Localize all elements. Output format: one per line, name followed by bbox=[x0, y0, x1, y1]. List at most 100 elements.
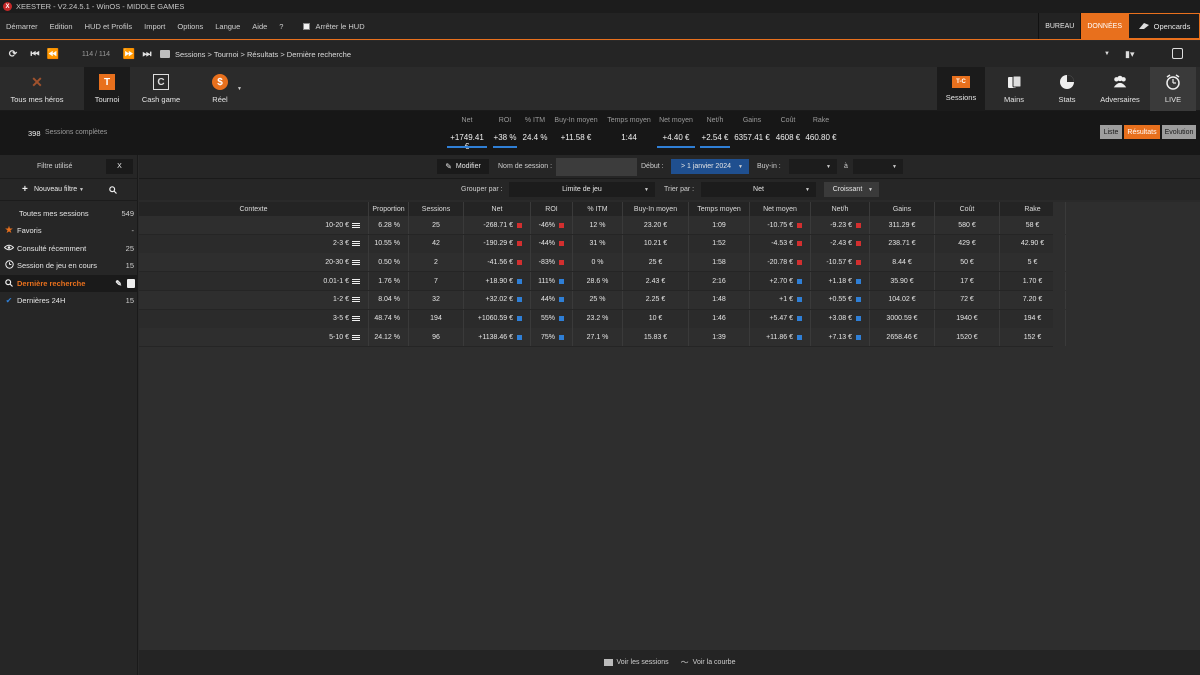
view-resultats-button[interactable]: Résultats bbox=[1124, 125, 1160, 139]
group-by-select[interactable]: Limite de jeu ▼ bbox=[509, 182, 655, 197]
stat-cout[interactable]: Coût 4608 € bbox=[773, 111, 803, 155]
column-header[interactable]: Sessions bbox=[409, 202, 464, 216]
bureau-button[interactable]: BUREAU bbox=[1038, 13, 1081, 39]
tab-tournoi[interactable]: T Tournoi bbox=[84, 67, 130, 111]
sidebar-item-label: Dernières 24H bbox=[17, 296, 66, 305]
sidebar-item-session-en-cours[interactable]: Session de jeu en cours 15 bbox=[0, 257, 138, 274]
column-header[interactable]: Buy-In moyen bbox=[623, 202, 689, 216]
column-header[interactable]: Net moyen bbox=[750, 202, 811, 216]
view-sessions-link[interactable]: Voir les sessions bbox=[617, 659, 669, 666]
tab-tous-mes-heros[interactable]: ✕ Tous mes héros bbox=[0, 67, 74, 111]
tab-live[interactable]: LIVE bbox=[1150, 67, 1196, 111]
new-filter-dropdown-icon[interactable]: ▼ bbox=[79, 187, 84, 193]
tab-cash-game[interactable]: C Cash game bbox=[137, 67, 185, 111]
table-row[interactable]: 1-2 € 8.04 % 32 +32.02 € 44% 25 % 2.25 € 1:48 +1… bbox=[139, 290, 1066, 310]
menu-aide[interactable]: Aide bbox=[246, 22, 273, 31]
menu-hud-profils[interactable]: HUD et Profils bbox=[79, 22, 139, 31]
tab-mains[interactable]: Mains bbox=[992, 67, 1036, 111]
stat-gains[interactable]: Gains 6357.41 € bbox=[732, 111, 772, 155]
column-header[interactable]: Temps moyen bbox=[689, 202, 750, 216]
menu-help[interactable]: ? bbox=[273, 22, 289, 31]
breadcrumb-dropdown-icon[interactable]: ▼ bbox=[1104, 51, 1110, 57]
buyin-max-select[interactable]: ▼ bbox=[853, 159, 903, 174]
stat-roi[interactable]: ROI +38 % bbox=[492, 111, 518, 155]
view-liste-button[interactable]: Liste bbox=[1100, 125, 1122, 139]
column-header[interactable]: Rake bbox=[1000, 202, 1066, 216]
search-filter-icon[interactable] bbox=[109, 186, 117, 194]
buyin-min-select[interactable]: ▼ bbox=[789, 159, 837, 174]
note-icon[interactable] bbox=[127, 279, 135, 288]
sort-by-select[interactable]: Net ▼ bbox=[701, 182, 816, 197]
table-cell-netm: +2.70 € bbox=[750, 272, 811, 291]
stat-net-moyen[interactable]: Net moyen +4.40 € bbox=[657, 111, 695, 155]
menu-edition[interactable]: Edition bbox=[44, 22, 79, 31]
bookmark-icon[interactable]: ▮▾ bbox=[1125, 49, 1134, 60]
plus-icon[interactable]: + bbox=[22, 184, 28, 195]
menu-import[interactable]: Import bbox=[138, 22, 171, 31]
first-page-icon[interactable]: ⏮ bbox=[28, 47, 42, 61]
modify-button[interactable]: ✎ Modifier bbox=[437, 159, 489, 174]
reel-dropdown-icon[interactable]: ▼ bbox=[237, 86, 242, 92]
stat-itm[interactable]: % ITM 24.4 % bbox=[520, 111, 550, 155]
column-header[interactable]: % ITM bbox=[573, 202, 623, 216]
table-row[interactable]: 2-3 € 10.55 % 42 -190.29 € -44% 31 % 10.21 € 1:… bbox=[139, 234, 1066, 254]
menu-demarrer[interactable]: Démarrer bbox=[0, 22, 44, 31]
sidebar-item-dernieres-24h[interactable]: ✔ Dernières 24H 15 bbox=[0, 292, 138, 309]
view-evolution-button[interactable]: Evolution bbox=[1162, 125, 1196, 139]
previous-page-icon[interactable]: ⏪ bbox=[46, 47, 60, 61]
table-cell-neth: -9.23 € bbox=[811, 216, 870, 234]
column-header[interactable]: Net bbox=[464, 202, 531, 216]
sidebar-item-consulte-recemment[interactable]: Consulté récemment 25 bbox=[0, 240, 138, 257]
sessions-list-icon[interactable] bbox=[603, 659, 613, 666]
table-row[interactable]: 10-20 € 6.28 % 25 -268.71 € -46% 12 % 23.20 € 1… bbox=[139, 216, 1066, 235]
sidebar-item-derniere-recherche[interactable]: Dernière recherche ✎ bbox=[0, 275, 138, 292]
column-header[interactable]: Proportion bbox=[369, 202, 409, 216]
tab-stats[interactable]: Stats bbox=[1046, 67, 1088, 111]
table-cell-cout: 1520 € bbox=[935, 328, 1000, 347]
new-filter-button[interactable]: Nouveau filtre bbox=[34, 186, 77, 193]
column-header[interactable]: Net/h bbox=[811, 202, 870, 216]
stat-net[interactable]: Net +1749.41 € bbox=[447, 111, 487, 155]
sidebar-item-toutes-sessions[interactable]: Toutes mes sessions 549 bbox=[0, 205, 138, 222]
donnees-button[interactable]: DONNÉES bbox=[1080, 13, 1128, 39]
column-header[interactable]: Gains bbox=[870, 202, 935, 216]
column-header[interactable]: ROI bbox=[531, 202, 573, 216]
column-header[interactable]: Contexte bbox=[139, 202, 369, 216]
session-name-input[interactable] bbox=[556, 158, 637, 176]
sidebar-item-favoris[interactable]: ★ Favoris - bbox=[0, 222, 138, 239]
table-row[interactable]: 3-5 € 48.74 % 194 +1060.59 € 55% 23.2 % 10 € 1:… bbox=[139, 309, 1066, 329]
cell-value: 48.74 % bbox=[374, 315, 400, 322]
table-row[interactable]: 20-30 € 0.50 % 2 -41.56 € -83% 0 % 25 € 1:58 -20… bbox=[139, 253, 1066, 273]
menu-options[interactable]: Options bbox=[171, 22, 209, 31]
cell-value: 42.90 € bbox=[1020, 240, 1045, 248]
hud-toggle[interactable]: Arrêter le HUD bbox=[303, 22, 365, 31]
column-header[interactable]: Coût bbox=[935, 202, 1000, 216]
stat-header: Net/h bbox=[706, 117, 724, 124]
refresh-icon[interactable]: ⟳ bbox=[6, 47, 20, 61]
table-row[interactable]: 5-10 € 24.12 % 96 +1138.46 € 75% 27.1 % 15.83 … bbox=[139, 328, 1066, 348]
next-page-icon[interactable]: ⏩ bbox=[122, 47, 136, 61]
hud-checkbox[interactable] bbox=[303, 22, 311, 30]
cell-value: 10 € bbox=[648, 315, 663, 322]
curve-icon[interactable]: 〜 bbox=[681, 657, 689, 668]
stat-rake[interactable]: Rake 460.80 € bbox=[804, 111, 838, 155]
start-date-select[interactable]: > 1 janvier 2024 ▼ bbox=[671, 159, 749, 174]
tab-reel[interactable]: $ Réel bbox=[200, 67, 240, 111]
tab-adversaires[interactable]: Adversaires bbox=[1094, 67, 1146, 111]
opencards-button[interactable]: Opencards bbox=[1128, 13, 1200, 39]
edit-pencil-icon[interactable]: ✎ bbox=[115, 279, 122, 288]
tab-sessions[interactable]: T-C Sessions bbox=[937, 67, 985, 111]
table-row[interactable]: 0.01-1 € 1.76 % 7 +18.90 € 111% 28.6 % 2.43 € 2… bbox=[139, 272, 1066, 292]
table-cell-sessions: 32 bbox=[409, 290, 464, 309]
notes-icon[interactable] bbox=[1172, 48, 1183, 59]
table-cell-roi: 111% bbox=[531, 272, 573, 291]
clear-filter-button[interactable]: X bbox=[106, 159, 133, 174]
cell-value: 10-20 € bbox=[325, 221, 349, 229]
menu-langue[interactable]: Langue bbox=[209, 22, 246, 31]
stat-buyin[interactable]: Buy-In moyen +11.58 € bbox=[552, 111, 600, 155]
stat-temps[interactable]: Temps moyen 1:44 bbox=[605, 111, 653, 155]
order-select[interactable]: Croissant ▼ bbox=[824, 182, 879, 197]
stat-net-h[interactable]: Net/h +2.54 € bbox=[699, 111, 731, 155]
last-page-icon[interactable]: ⏭ bbox=[140, 47, 154, 61]
view-curve-link[interactable]: Voir la courbe bbox=[693, 659, 736, 666]
